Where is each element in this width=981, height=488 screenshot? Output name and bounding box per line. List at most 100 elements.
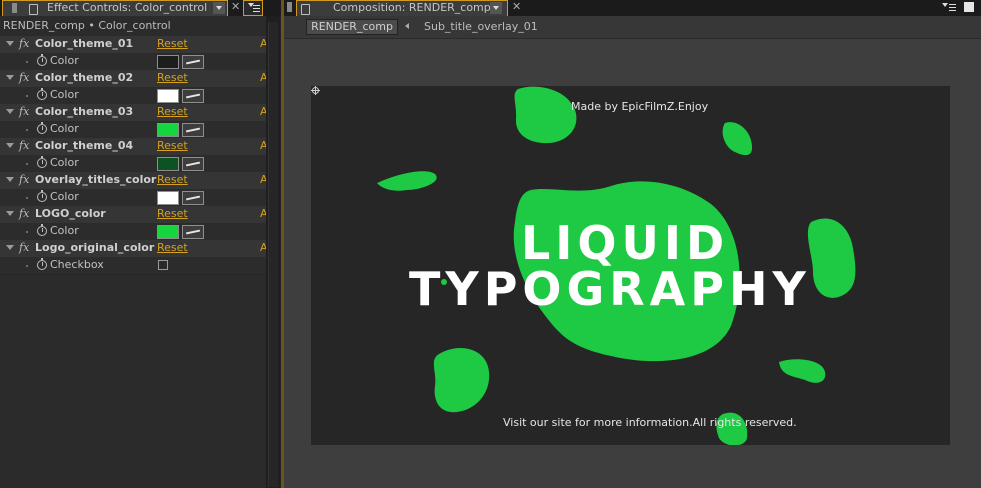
breadcrumb: RENDER_comp • Color_control — [3, 19, 171, 32]
effect-property-row: Checkbox — [0, 257, 266, 275]
effect-property-row: Color — [0, 189, 266, 207]
stopwatch-icon[interactable] — [37, 54, 47, 66]
tab-dropdown-icon[interactable] — [213, 2, 225, 14]
fx-icon[interactable]: fx — [19, 173, 29, 186]
color-swatch[interactable] — [157, 191, 179, 205]
reset-link[interactable]: Reset — [157, 207, 188, 220]
effect-property-row: Color — [0, 223, 266, 241]
tab-effect-controls-label: Effect Controls: Color_control — [47, 1, 208, 14]
twirl-down-icon[interactable] — [6, 109, 14, 114]
effect-row[interactable]: fx Color_theme_04 Reset A — [0, 138, 266, 155]
stopwatch-icon[interactable] — [37, 258, 47, 270]
effect-name[interactable]: Logo_original_color — [35, 241, 154, 254]
blob-left — [377, 171, 437, 191]
effect-row[interactable]: fx Color_theme_02 Reset A — [0, 70, 266, 87]
color-swatch[interactable] — [157, 225, 179, 239]
effect-name[interactable]: Color_theme_03 — [35, 105, 133, 118]
reset-link[interactable]: Reset — [157, 71, 188, 84]
footer-text: Visit our site for more information.All … — [503, 416, 797, 429]
panel-grip-icon[interactable] — [12, 3, 17, 13]
fx-icon[interactable]: fx — [19, 71, 29, 84]
reset-link[interactable]: Reset — [157, 173, 188, 186]
tab-composition[interactable]: Composition: RENDER_comp — [296, 0, 508, 16]
composition-panel: Composition: RENDER_comp ✕ RENDER_comp S… — [284, 0, 981, 488]
eyedropper-icon[interactable] — [182, 89, 204, 103]
hierarchy-dot-icon — [26, 197, 28, 199]
effect-name[interactable]: LOGO_color — [35, 207, 106, 220]
anchor-point-icon[interactable] — [311, 86, 320, 95]
effect-row[interactable]: fx Color_theme_03 Reset A — [0, 104, 266, 121]
stopwatch-icon[interactable] — [37, 122, 47, 134]
stopwatch-icon[interactable] — [37, 156, 47, 168]
eyedropper-icon[interactable] — [182, 123, 204, 137]
property-label: Color — [50, 122, 79, 135]
scrollbar[interactable] — [266, 16, 280, 488]
effect-name[interactable]: Color_theme_01 — [35, 37, 133, 50]
panel-grip-icon[interactable] — [287, 2, 292, 12]
made-by-text: Made by EpicFilmZ.Enjoy — [571, 100, 709, 113]
eyedropper-icon[interactable] — [182, 55, 204, 69]
stopwatch-icon[interactable] — [37, 190, 47, 202]
fx-icon[interactable]: fx — [19, 207, 29, 220]
close-icon[interactable]: ✕ — [231, 0, 240, 14]
stopwatch-icon[interactable] — [37, 224, 47, 236]
reset-link[interactable]: Reset — [157, 37, 188, 50]
effect-property-row: Color — [0, 87, 266, 105]
blob-bottom-right — [779, 359, 826, 383]
blob-top — [514, 86, 577, 144]
effect-property-row: Color — [0, 121, 266, 139]
color-swatch[interactable] — [157, 55, 179, 69]
effect-name[interactable]: Color_theme_04 — [35, 139, 133, 152]
composition-canvas[interactable]: Made by EpicFilmZ.Enjoy LIQUID TYPOGRAPH… — [311, 86, 950, 445]
fx-icon[interactable]: fx — [19, 105, 29, 118]
blob-top-right — [722, 122, 753, 156]
sub-comp-link[interactable]: Sub_title_overlay_01 — [424, 19, 538, 34]
panel-menu-icon[interactable] — [243, 0, 263, 16]
scrollbar-thumb[interactable] — [268, 22, 278, 487]
fx-icon[interactable]: fx — [19, 139, 29, 152]
reset-link[interactable]: Reset — [157, 139, 188, 152]
hierarchy-dot-icon — [26, 265, 28, 267]
color-swatch[interactable] — [157, 123, 179, 137]
eyedropper-icon[interactable] — [182, 191, 204, 205]
blob-bottom-left — [433, 348, 490, 413]
maximize-icon[interactable] — [964, 2, 974, 12]
hierarchy-dot-icon — [26, 129, 28, 131]
effect-row[interactable]: fx Logo_original_color Reset A — [0, 240, 266, 257]
effect-row[interactable]: fx LOGO_color Reset A — [0, 206, 266, 223]
checkbox[interactable] — [158, 260, 168, 270]
property-label: Checkbox — [50, 258, 104, 271]
reset-link[interactable]: Reset — [157, 241, 188, 254]
stopwatch-icon[interactable] — [37, 88, 47, 100]
effect-row[interactable]: fx Overlay_titles_color Reset A — [0, 172, 266, 189]
fx-icon[interactable]: fx — [19, 241, 29, 254]
lock-icon[interactable] — [301, 4, 310, 15]
twirl-down-icon[interactable] — [6, 177, 14, 182]
render-comp-button[interactable]: RENDER_comp — [306, 19, 398, 35]
tab-dropdown-icon[interactable] — [490, 2, 502, 14]
reset-link[interactable]: Reset — [157, 105, 188, 118]
property-label: Color — [50, 224, 79, 237]
hierarchy-dot-icon — [26, 61, 28, 63]
effect-row[interactable]: fx Color_theme_01 Reset A — [0, 36, 266, 53]
eyedropper-icon[interactable] — [182, 225, 204, 239]
twirl-down-icon[interactable] — [6, 75, 14, 80]
effect-name[interactable]: Overlay_titles_color — [35, 173, 156, 186]
close-icon[interactable]: ✕ — [512, 0, 521, 14]
effect-property-row: Color — [0, 53, 266, 71]
tab-effect-controls[interactable]: Effect Controls: Color_control — [2, 0, 228, 16]
color-swatch[interactable] — [157, 89, 179, 103]
twirl-down-icon[interactable] — [6, 211, 14, 216]
panel-menu-icon[interactable] — [942, 0, 958, 14]
twirl-down-icon[interactable] — [6, 143, 14, 148]
fx-icon[interactable]: fx — [19, 37, 29, 50]
hierarchy-dot-icon — [26, 163, 28, 165]
color-swatch[interactable] — [157, 157, 179, 171]
twirl-down-icon[interactable] — [6, 41, 14, 46]
property-label: Color — [50, 190, 79, 203]
blob-right — [807, 218, 856, 298]
effect-name[interactable]: Color_theme_02 — [35, 71, 133, 84]
twirl-down-icon[interactable] — [6, 245, 14, 250]
lock-icon[interactable] — [29, 4, 38, 15]
eyedropper-icon[interactable] — [182, 157, 204, 171]
